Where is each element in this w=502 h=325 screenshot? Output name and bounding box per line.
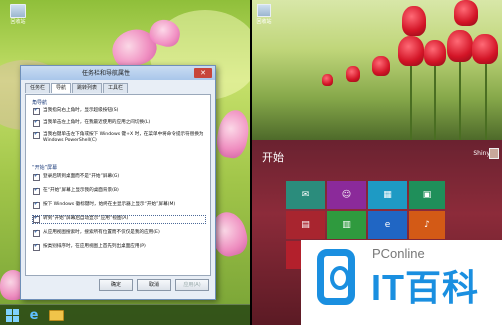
internet-explorer-icon: e <box>29 308 39 323</box>
avatar[interactable] <box>489 148 499 159</box>
red-tulip <box>402 6 426 36</box>
option-label: 按类别排序时，在应用视图上首先列出桌面应用(P) <box>43 244 146 249</box>
red-tulip <box>346 66 360 82</box>
option-label: 从应用视图搜索时，搜索所有位置而不仅仅是我的应用(E) <box>43 230 160 235</box>
folder-icon <box>48 310 64 321</box>
red-tulip <box>322 74 333 86</box>
taskbar: e <box>0 304 250 325</box>
option-label: 转到“开始”屏幕后自动显示“应用”视图(A) <box>43 216 129 221</box>
checkbox[interactable] <box>33 119 40 127</box>
tulip-stem <box>459 55 461 140</box>
recycle-bin-icon <box>10 4 26 18</box>
pconline-watermark: PConline IT百科 <box>301 240 502 325</box>
watermark-brand-main: IT百科 <box>371 267 479 308</box>
tulip-stem <box>434 62 436 140</box>
option-label: 在“开始”屏幕上显示我的桌面背景(B) <box>43 188 119 193</box>
recycle-bin-desktop-icon[interactable]: 回收站 <box>6 4 30 30</box>
split-screenshot: 回收站 任务栏和导航属性 ✕ 任务栏 导航 跳转列表 工具栏 角导航 当我指向右… <box>0 0 502 325</box>
tile-photos[interactable]: ▣ <box>409 181 445 209</box>
close-button[interactable]: ✕ <box>194 68 212 78</box>
navigation-tab-panel: 角导航 当我指向右上角时，显示超级按钮(S) 当我单击左上角时，在我最近使用的应… <box>25 94 211 276</box>
option-search-everywhere[interactable]: 从应用视图搜索时，搜索所有位置而不仅仅是我的应用(E) <box>33 229 205 237</box>
internet-explorer-taskbar-button[interactable]: e <box>26 308 42 323</box>
tab-navigation[interactable]: 导航 <box>51 83 72 93</box>
option-label: 按下 Windows 徽标键时，始终在主显示器上显示“开始”屏幕(M) <box>43 202 176 207</box>
tile-calendar[interactable]: ▦ <box>368 181 407 209</box>
recycle-bin-label: 回收站 <box>10 19 26 25</box>
pink-flower <box>214 107 250 161</box>
user-name[interactable]: Shiny <box>473 150 490 157</box>
calendar-icon: ▦ <box>383 190 392 200</box>
red-tulip <box>372 56 390 76</box>
checkbox[interactable] <box>33 215 40 223</box>
option-label: 当我右键单击左下角或按下 Windows 键+X 时，在菜单中将命令提示符替换为… <box>43 132 204 143</box>
red-tulip <box>424 40 446 66</box>
tab-taskbar[interactable]: 任务栏 <box>25 83 51 93</box>
checkbox[interactable] <box>33 243 40 251</box>
store-icon: ▥ <box>342 220 351 230</box>
option-label: 当我单击左上角时，在我最近使用的应用之间切换(L) <box>43 120 151 125</box>
checkbox[interactable] <box>33 131 40 139</box>
tile-news[interactable]: ▤ <box>286 211 325 239</box>
recycle-bin-label: 回收站 <box>256 19 272 25</box>
red-tulip <box>447 30 473 62</box>
tile-store[interactable]: ▥ <box>327 211 366 239</box>
messaging-icon: ☺ <box>341 190 352 200</box>
option-label: 当我指向右上角时，显示超级按钮(S) <box>43 108 119 113</box>
option-list-desktop-apps-first[interactable]: 按类别排序时，在应用视图上首先列出桌面应用(P) <box>33 243 205 251</box>
start-button[interactable] <box>4 308 20 323</box>
tab-toolbars[interactable]: 工具栏 <box>103 83 129 93</box>
internet-explorer-icon: e <box>384 220 391 230</box>
dialog-titlebar[interactable]: 任务栏和导航属性 ✕ <box>21 66 215 80</box>
file-explorer-taskbar-button[interactable] <box>48 308 64 323</box>
option-start-on-main-display[interactable]: 按下 Windows 徽标键时，始终在主显示器上显示“开始”屏幕(M) <box>33 201 205 209</box>
dialog-title: 任务栏和导航属性 <box>81 70 130 77</box>
option-boot-to-desktop[interactable]: 登录后转到桌面而不是“开始”屏幕(G) <box>33 173 205 181</box>
photos-icon: ▣ <box>422 190 432 200</box>
dialog-tabs: 任务栏 导航 跳转列表 工具栏 <box>25 83 129 93</box>
tulip-stem <box>485 58 487 140</box>
recycle-bin-icon <box>257 4 271 17</box>
music-icon: ♪ <box>424 220 430 230</box>
tab-jump-lists[interactable]: 跳转列表 <box>72 83 103 93</box>
cancel-button[interactable]: 取消 <box>137 279 171 291</box>
mail-icon: ✉ <box>301 190 310 200</box>
option-label: 登录后转到桌面而不是“开始”屏幕(G) <box>43 174 120 179</box>
windows-logo-icon <box>5 309 19 322</box>
tile-mail[interactable]: ✉ <box>286 181 325 209</box>
tile-internet-explorer[interactable]: e <box>368 211 407 239</box>
taskbar-navigation-properties-dialog: 任务栏和导航属性 ✕ 任务栏 导航 跳转列表 工具栏 角导航 当我指向右上角时，… <box>20 65 216 300</box>
start-screen-title: 开始 <box>262 151 284 164</box>
option-powershell-replace[interactable]: 当我右键单击左下角或按下 Windows 键+X 时，在菜单中将命令提示符替换为… <box>33 131 205 144</box>
tile-music[interactable]: ♪ <box>409 211 445 239</box>
apply-button[interactable]: 应用(A) <box>175 279 209 291</box>
tulip-stem <box>410 60 412 140</box>
tile-messaging[interactable]: ☺ <box>327 181 366 209</box>
news-icon: ▤ <box>301 220 310 230</box>
pconline-logo-icon <box>317 249 355 305</box>
group-label-corners: 角导航 <box>32 100 48 106</box>
option-desktop-background-on-start[interactable]: 在“开始”屏幕上显示我的桌面背景(B) <box>33 187 205 195</box>
tulip-desktop-background: 回收站 <box>252 0 502 140</box>
red-tulip <box>454 0 478 26</box>
checkbox[interactable] <box>33 173 40 181</box>
red-tulip <box>398 36 424 66</box>
option-charms-top-right[interactable]: 当我指向右上角时，显示超级按钮(S) <box>33 107 205 115</box>
option-switch-apps-top-left[interactable]: 当我单击左上角时，在我最近使用的应用之间切换(L) <box>33 119 205 127</box>
dialog-button-row: 确定 取消 应用(A) <box>21 279 215 293</box>
checkbox[interactable] <box>33 201 40 209</box>
checkbox[interactable] <box>33 229 40 237</box>
group-label-start-screen: “开始”屏幕 <box>32 165 58 171</box>
watermark-brand-top: PConline <box>372 246 425 261</box>
ok-button[interactable]: 确定 <box>99 279 133 291</box>
option-show-apps-view[interactable]: 转到“开始”屏幕后自动显示“应用”视图(A) <box>32 215 206 224</box>
red-tulip <box>472 34 498 64</box>
desktop-background: 回收站 任务栏和导航属性 ✕ 任务栏 导航 跳转列表 工具栏 角导航 当我指向右… <box>0 0 250 325</box>
checkbox[interactable] <box>33 107 40 115</box>
checkbox[interactable] <box>33 187 40 195</box>
recycle-bin-desktop-icon[interactable]: 回收站 <box>254 4 274 25</box>
